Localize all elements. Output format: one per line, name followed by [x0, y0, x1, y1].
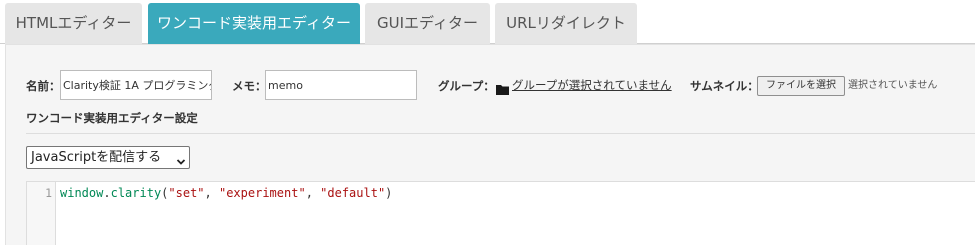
memo-input[interactable] [265, 70, 417, 100]
name-label: 名前： [26, 79, 61, 93]
tab-gui-editor[interactable]: GUIエディター [365, 3, 490, 44]
divider [26, 133, 975, 134]
editor-panel: 名前： メモ： グループ： グループが選択されていません サムネイル： ファイル… [5, 44, 975, 245]
delivery-type-select[interactable]: JavaScriptを配信する [26, 146, 190, 169]
delivery-type-value: JavaScriptを配信する [31, 150, 162, 165]
code-method: clarity [110, 186, 162, 200]
file-status-text: 選択されていません [848, 80, 938, 91]
editor-tabs: HTMLエディター ワンコード実装用エディター GUIエディター URLリダイレ… [0, 0, 975, 44]
chevron-down-icon [176, 153, 186, 165]
code-close-paren: ) [385, 186, 393, 200]
code-line[interactable]: window.clarity("set", "experiment", "def… [60, 185, 392, 201]
settings-heading: ワンコード実装用エディター設定 [26, 111, 198, 125]
choose-file-button[interactable]: ファイルを選択 [757, 76, 845, 96]
folder-icon [496, 80, 509, 95]
code-dot: . [103, 186, 111, 200]
tab-onecode-editor[interactable]: ワンコード実装用エディター [148, 3, 360, 44]
tab-html-editor[interactable]: HTMLエディター [5, 3, 142, 44]
line-gutter: 1 [27, 182, 56, 245]
code-arg-2: "experiment" [218, 186, 306, 200]
code-separator-1: , [204, 186, 219, 200]
line-number: 1 [45, 186, 52, 200]
name-input[interactable] [60, 70, 212, 100]
tab-url-redirect[interactable]: URLリダイレクト [495, 3, 637, 44]
group-label: グループ： [438, 79, 495, 93]
group-select-link[interactable]: グループが選択されていません [512, 77, 672, 93]
code-editor[interactable]: 1 window.clarity("set", "experiment", "d… [26, 181, 975, 245]
code-arg-1: "set" [168, 186, 205, 200]
code-object: window [60, 186, 104, 200]
memo-label: メモ： [232, 79, 267, 93]
code-separator-2: , [305, 186, 321, 200]
thumbnail-label: サムネイル： [690, 79, 759, 93]
code-arg-3: "default" [320, 186, 386, 200]
